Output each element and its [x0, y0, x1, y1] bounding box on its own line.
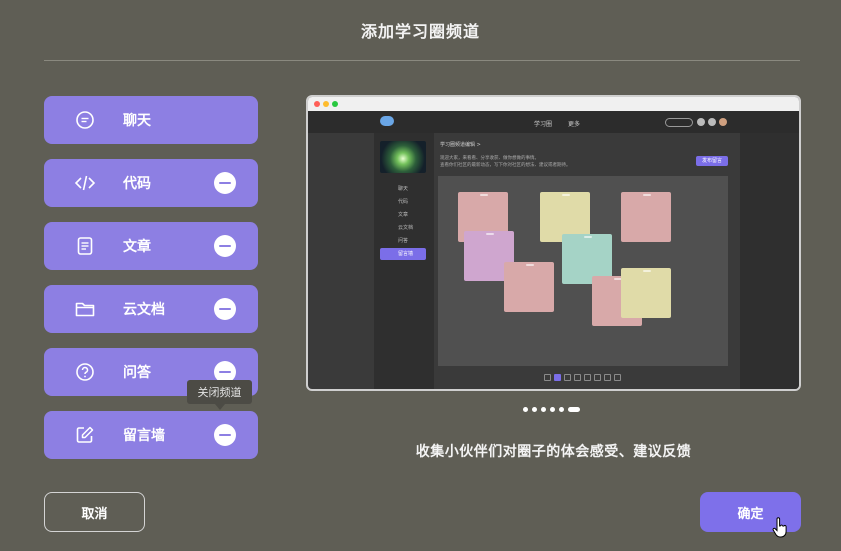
divider	[44, 60, 800, 61]
preview-action-button: 发布留言	[696, 156, 728, 166]
close-dot-icon	[314, 101, 320, 107]
channel-item-cloud-docs[interactable]: 云文档	[44, 285, 258, 333]
edit-icon	[76, 426, 94, 443]
slide-dot[interactable]	[559, 407, 564, 412]
minimize-dot-icon	[323, 101, 329, 107]
question-icon	[76, 363, 94, 381]
preview-nav-tab: 学习圈	[534, 121, 553, 128]
maximize-dot-icon	[332, 101, 338, 107]
preview-menu-item: 问答	[398, 238, 409, 244]
preview-page-6	[594, 374, 601, 381]
sticky-note	[621, 192, 671, 242]
folder-icon	[75, 302, 95, 317]
channel-label: 聊天	[123, 113, 151, 129]
channel-label: 云文档	[123, 302, 165, 318]
channel-label: 文章	[123, 239, 151, 255]
logo-icon	[380, 116, 394, 126]
slide-dot[interactable]	[532, 407, 537, 412]
channel-preview: 学习圈 更多 聊天 代码 文章 云文档 问答 留言墙 学习圈频道编辑 > 观迎大…	[306, 95, 801, 391]
preview-right-panel	[740, 133, 799, 389]
preview-description: 查看你们社区的最新动态，写下你对社区的想法、建议或者期待。	[440, 163, 571, 168]
remove-channel-button[interactable]	[214, 424, 236, 446]
cancel-button[interactable]: 取消	[44, 492, 145, 532]
remove-channel-button[interactable]	[214, 172, 236, 194]
preview-caption: 收集小伙伴们对圈子的体会感受、建议反馈	[415, 444, 692, 460]
preview-page-5	[584, 374, 591, 381]
preview-menu-item: 云文档	[398, 225, 414, 231]
slide-dot[interactable]	[523, 407, 528, 412]
channel-item-code[interactable]: 代码	[44, 159, 258, 207]
preview-page-7	[604, 374, 611, 381]
message-wall-canvas	[438, 176, 728, 366]
channel-label: 留言墙	[123, 428, 165, 444]
slide-dot-active[interactable]	[568, 407, 580, 412]
channel-item-article[interactable]: 文章	[44, 222, 258, 270]
circle-cover-image	[380, 141, 426, 173]
preview-page-1	[544, 374, 551, 381]
document-icon	[77, 237, 93, 255]
preview-menu-item: 文章	[398, 212, 409, 218]
add-icon	[697, 118, 705, 126]
preview-menu-item-active: 留言墙	[380, 248, 426, 260]
sticky-note	[504, 262, 554, 312]
channel-label: 代码	[123, 176, 151, 192]
settings-icon	[708, 118, 716, 126]
search-icon	[665, 118, 693, 127]
preview-page-2	[554, 374, 561, 381]
preview-page-4	[574, 374, 581, 381]
preview-menu-item: 代码	[398, 199, 409, 205]
channel-item-message-wall[interactable]: 留言墙	[44, 411, 258, 459]
preview-page-8	[614, 374, 621, 381]
sticky-note	[621, 268, 671, 318]
preview-page-3	[564, 374, 571, 381]
preview-titlebar	[308, 97, 799, 111]
preview-menu-item: 聊天	[398, 186, 409, 192]
tooltip: 关闭频道	[187, 380, 252, 410]
dialog-title: 添加学习圈频道	[360, 22, 480, 41]
hand-cursor-icon	[772, 517, 787, 538]
preview-nav-tab: 更多	[568, 121, 581, 128]
remove-channel-button[interactable]	[214, 298, 236, 320]
slide-dot[interactable]	[541, 407, 546, 412]
avatar	[719, 118, 727, 126]
remove-channel-button[interactable]	[214, 235, 236, 257]
chat-bubble-icon	[76, 111, 94, 129]
channel-label: 问答	[123, 365, 151, 381]
code-icon	[74, 175, 96, 191]
preview-description: 观迎大家，来看看、分享收获、做你想做的事情。	[440, 156, 539, 161]
slide-dot[interactable]	[550, 407, 555, 412]
preview-breadcrumb: 学习圈频道编辑 >	[440, 142, 481, 148]
channel-item-chat[interactable]: 聊天	[44, 96, 258, 144]
